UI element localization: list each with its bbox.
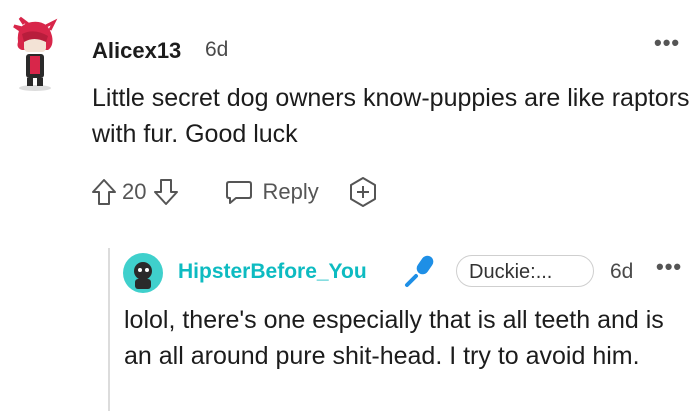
reply-button[interactable]: Reply (224, 178, 319, 206)
microphone-icon (405, 255, 434, 287)
user-flair: Duckie:... (456, 255, 594, 287)
award-icon (349, 177, 376, 207)
reply-label: Reply (262, 179, 319, 204)
comment-username[interactable]: Alicex13 (92, 38, 181, 64)
comment-actions: 20 Reply (88, 174, 379, 210)
thread-line[interactable] (108, 248, 110, 411)
vote-score: 20 (122, 179, 147, 204)
reply-body: lolol, there's one especially that is al… (124, 306, 664, 370)
more-options-icon[interactable]: ••• (656, 254, 682, 280)
award-button[interactable] (347, 176, 379, 208)
reply-icon (226, 181, 253, 204)
comment-timestamp: 6d (205, 38, 229, 61)
comment-body: Little secret dog owners know-puppies ar… (92, 84, 690, 148)
reply-username[interactable]: HipsterBefore_You (178, 260, 367, 284)
avatar[interactable] (122, 252, 164, 294)
reply-timestamp: 6d (610, 260, 634, 283)
avatar[interactable] (10, 16, 60, 92)
more-options-icon[interactable]: ••• (654, 30, 680, 56)
upvote-icon[interactable] (88, 175, 120, 209)
downvote-icon[interactable] (150, 175, 182, 209)
